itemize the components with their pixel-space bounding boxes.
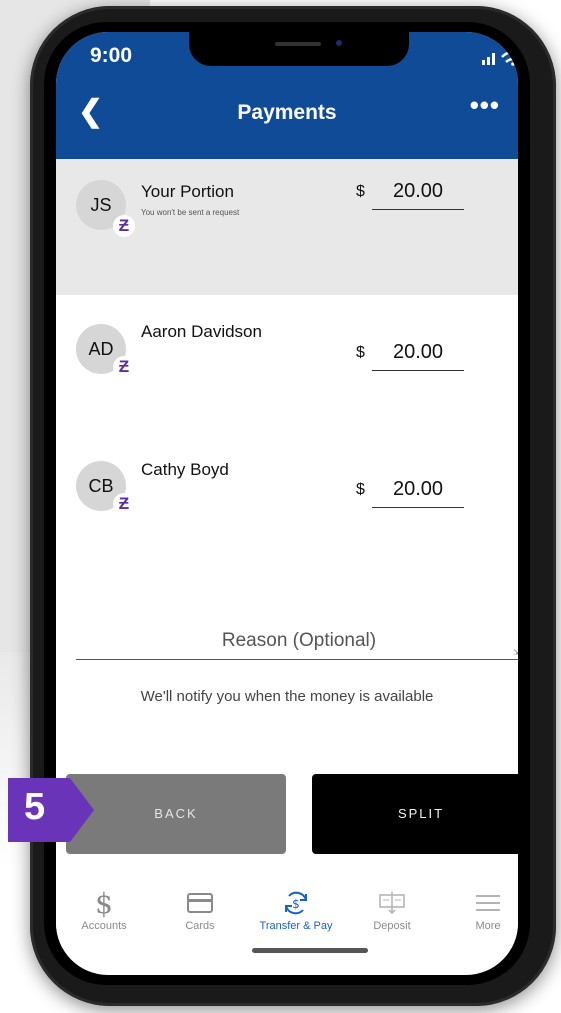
- currency-symbol: $: [356, 481, 365, 498]
- step-number: 5: [24, 786, 46, 828]
- camera: [336, 40, 342, 46]
- tab-label: Accounts: [81, 920, 127, 932]
- currency-symbol: $: [356, 183, 365, 200]
- check-deposit-icon: [352, 886, 432, 920]
- amount-input[interactable]: 20.00: [372, 180, 464, 210]
- reason-field[interactable]: Reason (Optional) ⇲: [76, 625, 518, 660]
- back-button[interactable]: BACK: [66, 774, 286, 854]
- zelle-icon: Ƶ: [113, 493, 135, 515]
- step-marker: [8, 778, 94, 842]
- status-icons: [482, 50, 518, 66]
- reason-placeholder: Reason (Optional): [221, 630, 377, 651]
- payer-subtext: You won't be sent a request: [141, 208, 240, 217]
- payer-name: Cathy Boyd: [141, 460, 229, 479]
- amount-input[interactable]: 20.00: [372, 478, 464, 508]
- payer-name: Aaron Davidson: [141, 322, 262, 341]
- more-options-icon[interactable]: •••: [470, 90, 500, 121]
- tab-cards[interactable]: Cards: [160, 886, 240, 932]
- phone-screen-bezel: 9:00 ❮ Payments ••• JS Ƶ Your Portion Yo…: [44, 22, 530, 985]
- card-icon: [160, 886, 240, 920]
- zelle-icon: Ƶ: [113, 356, 135, 378]
- currency-symbol: $: [356, 344, 365, 361]
- tab-more[interactable]: More: [448, 886, 518, 932]
- payer-name: Your Portion: [141, 182, 234, 201]
- tab-accounts[interactable]: $ Accounts: [64, 886, 144, 933]
- status-time: 9:00: [90, 44, 133, 67]
- split-button[interactable]: SPLIT: [312, 774, 518, 854]
- app-screen: 9:00 ❮ Payments ••• JS Ƶ Your Portion Yo…: [56, 32, 518, 975]
- device-notch: [189, 32, 409, 66]
- speaker: [275, 42, 321, 46]
- amount-input[interactable]: 20.00: [372, 341, 464, 371]
- svg-text:$: $: [292, 897, 300, 911]
- tab-label: More: [475, 920, 501, 932]
- zelle-icon: Ƶ: [113, 215, 135, 237]
- bottom-tab-bar: $ Accounts Cards $ Transfer & Pay Deposi…: [56, 868, 518, 948]
- tab-label: Deposit: [373, 920, 411, 932]
- notify-message: We'll notify you when the money is avail…: [140, 688, 434, 705]
- transfer-icon: $: [256, 886, 336, 920]
- home-indicator: [252, 948, 368, 953]
- dollar-icon: $: [95, 886, 113, 920]
- page-title: Payments: [237, 101, 337, 124]
- tab-deposit[interactable]: Deposit: [352, 886, 432, 932]
- menu-icon: [448, 886, 518, 920]
- tab-label: Transfer & Pay: [259, 920, 333, 932]
- tab-label: Cards: [185, 920, 215, 932]
- resize-grip-icon[interactable]: ⇲: [513, 648, 518, 657]
- tab-transfer-pay[interactable]: $ Transfer & Pay: [256, 886, 336, 932]
